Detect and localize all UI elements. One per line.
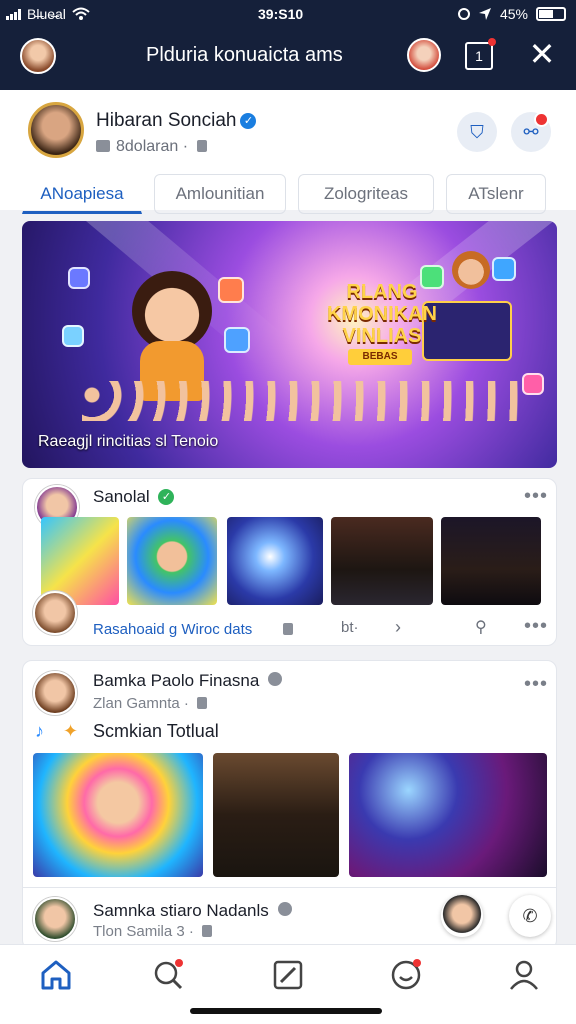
carrier-label: Bl̶ue̶al — [27, 6, 66, 22]
post-author-avatar[interactable] — [33, 897, 77, 941]
photo-thumbnail[interactable] — [441, 517, 541, 605]
search-icon — [154, 959, 183, 990]
profile-avatar[interactable] — [28, 102, 84, 158]
tab-3[interactable]: Zologriteas — [298, 174, 434, 214]
star-icon: ✦ — [63, 721, 79, 741]
profile-subtitle: 8dolaran · — [116, 138, 189, 155]
edit-icon — [273, 960, 303, 990]
app-title: Plduria konuaicta ams — [146, 44, 343, 66]
phone-icon: ✆ — [522, 906, 538, 926]
boy-character — [452, 251, 490, 289]
badge-icon — [277, 902, 292, 916]
contact-avatar[interactable] — [407, 38, 441, 72]
app-tile — [224, 327, 250, 353]
post-author-avatar[interactable] — [33, 671, 77, 715]
hero-caption: Raeagjl rincitias sl Tenoio — [38, 433, 219, 450]
lock-icon — [283, 623, 293, 635]
post-caption: Scmkian Totlual — [93, 721, 219, 741]
photo-thumbnail[interactable] — [213, 753, 339, 877]
link-button[interactable]: ⚯ — [511, 112, 551, 152]
shield-button[interactable]: ⛉ — [457, 112, 497, 152]
app-tile — [218, 277, 244, 303]
smile-icon — [391, 959, 421, 990]
nav-profile[interactable] — [504, 957, 544, 997]
profile-header: Hibaran Sonciah ✓ 8dolaran · ⛉ ⚯ ANoapies… — [0, 90, 576, 214]
alarm-icon — [457, 8, 470, 20]
check-icon: ✓ — [158, 489, 175, 505]
link-icon: ⚯ — [523, 122, 539, 142]
post-author-name[interactable]: Bamka Paolo Finasna — [93, 671, 283, 691]
notification-square-icon[interactable]: 1 — [465, 38, 496, 70]
post-author-name[interactable]: Samnka stiaro Nadanls — [93, 901, 292, 921]
verified-icon: ✓ — [240, 113, 257, 129]
wifi-icon — [72, 7, 90, 20]
hero-banner[interactable]: RLANG KMONIKAN VINLIAS BEBAS Raeagjl rin… — [22, 221, 557, 468]
tab-bar: ANoapiesa Amlounitian Zologriteas ATslen… — [22, 174, 546, 214]
post-card[interactable]: Bamka Paolo Finasna Zlan Gamnta · ••• ♪ … — [22, 660, 557, 950]
more-options-icon[interactable]: ••• — [524, 615, 548, 638]
crowd — [82, 381, 522, 421]
post-footer-meta: bt· — [341, 619, 359, 636]
app-tile — [522, 373, 544, 395]
tab-2[interactable]: Amlounitian — [154, 174, 286, 214]
tab-1[interactable]: ANoapiesa — [22, 174, 142, 214]
chevron-right-icon[interactable]: › — [395, 617, 401, 638]
hero-badge: BEBAS — [348, 349, 412, 365]
lock-icon — [197, 697, 208, 709]
home-icon — [41, 960, 71, 990]
floating-avatar-button[interactable] — [441, 895, 483, 937]
lock-icon — [196, 140, 207, 152]
app-tile — [492, 257, 516, 281]
nav-edit[interactable] — [268, 957, 308, 997]
profile-icon — [510, 960, 538, 990]
post-footer-link[interactable]: Rasahoaid g Wiroc dats — [93, 621, 252, 638]
lock-icon — [202, 925, 213, 937]
battery-percent: 45% — [499, 6, 528, 22]
more-options-icon[interactable]: ••• — [524, 673, 548, 696]
photo-thumbnail[interactable] — [349, 753, 547, 877]
commenter-avatar[interactable] — [33, 591, 77, 635]
more-options-icon[interactable]: ••• — [524, 485, 548, 508]
divider — [23, 887, 556, 888]
app-tile — [62, 325, 84, 347]
nav-search[interactable] — [148, 957, 188, 997]
girl-character — [132, 271, 212, 351]
call-button[interactable]: ✆ — [509, 895, 551, 937]
photo-thumbnail[interactable] — [127, 517, 217, 605]
shield-icon: ⛉ — [470, 122, 484, 142]
tab-4[interactable]: ATslenr — [446, 174, 546, 214]
post-author-name[interactable]: Sanolal ✓ — [93, 487, 175, 507]
user-avatar[interactable] — [20, 38, 56, 74]
post-meta: Tlon Samila 3 · — [93, 923, 213, 940]
profile-name: Hibaran Sonciah — [96, 110, 237, 131]
clock: 39:S10 — [258, 6, 304, 22]
nav-home[interactable] — [36, 957, 76, 997]
location-icon — [478, 8, 491, 20]
photo-thumbnail[interactable] — [33, 753, 203, 877]
app-bar: Plduria konuaicta ams 1 ✕ — [0, 30, 576, 90]
nav-reactions[interactable] — [386, 957, 426, 997]
photo-thumbnail[interactable] — [331, 517, 433, 605]
status-bar: Bl̶ue̶al 39:S10 45% — [0, 0, 576, 30]
post-meta: Zlan Gamnta · — [93, 695, 208, 712]
music-icon: ♪ — [35, 721, 44, 741]
pin-icon[interactable]: ⚲ — [475, 617, 487, 637]
signal-icon — [6, 8, 21, 20]
post-card[interactable]: Sanolal ✓ ••• Rasahoaid g Wiroc dats bt·… — [22, 478, 557, 646]
camera-icon — [96, 140, 110, 152]
badge-icon — [268, 672, 283, 686]
home-indicator[interactable] — [190, 1008, 382, 1014]
hero-headline: RLANG KMONIKAN VINLIAS — [327, 281, 437, 347]
photo-thumbnail[interactable] — [227, 517, 323, 605]
app-tile — [68, 267, 90, 289]
battery-icon — [536, 7, 566, 21]
close-icon[interactable]: ✕ — [524, 36, 560, 72]
